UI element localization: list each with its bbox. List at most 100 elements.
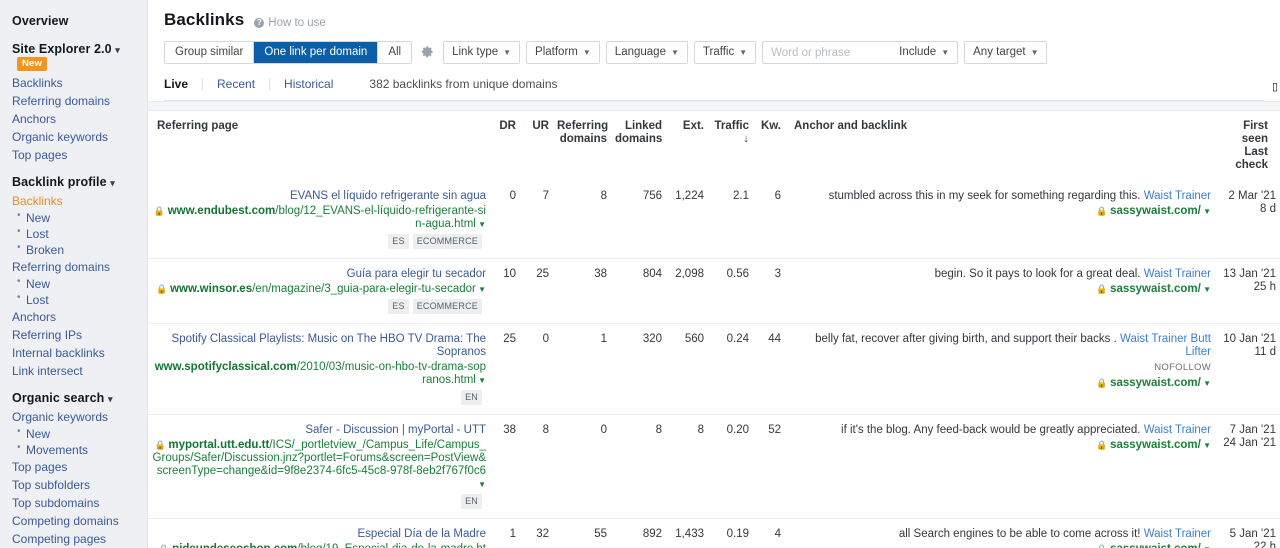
- column-header-seen[interactable]: First seenLast check: [1215, 111, 1280, 181]
- sidebar-item-top-subfolders[interactable]: Top subfolders: [0, 476, 147, 494]
- sidebar-item-organic-keywords[interactable]: Organic keywords: [0, 408, 147, 426]
- chevron-down-icon[interactable]: ▼: [476, 220, 486, 229]
- tab-recent[interactable]: Recent: [203, 78, 270, 91]
- sidebar-item-competing-domains[interactable]: Competing domains: [0, 512, 147, 530]
- cell-referring-domains[interactable]: 8: [553, 181, 611, 259]
- search-input[interactable]: [763, 42, 897, 63]
- sidebar-item-backlinks[interactable]: Backlinks: [0, 192, 147, 210]
- panel-toggle-icon[interactable]: ▯: [1272, 80, 1280, 100]
- referring-page-url[interactable]: 🔒 pideundeseoshop.com/blog/19_Especial-d…: [152, 543, 486, 548]
- anchor-link-text[interactable]: Waist Trainer Butt Lifter: [1120, 333, 1211, 358]
- target-url[interactable]: 🔒 sassywaist.com/ ▼: [789, 283, 1211, 296]
- sidebar-group-site-explorer-2-0[interactable]: Site Explorer 2.0 ▾New: [0, 38, 147, 74]
- filter-dropdown-language[interactable]: Language▼: [606, 41, 688, 64]
- sidebar-item-competing-pages[interactable]: Competing pages: [0, 530, 147, 548]
- target-url[interactable]: 🔒 sassywaist.com/ ▼: [789, 377, 1211, 390]
- column-header-traffic[interactable]: Traffic ↓: [708, 111, 753, 181]
- group-option-group-similar[interactable]: Group similar: [165, 42, 254, 63]
- column-header-referring-page[interactable]: Referring page: [148, 111, 490, 181]
- cell-kw[interactable]: 52: [753, 415, 785, 519]
- tab-live[interactable]: Live: [164, 78, 203, 91]
- column-header-ext[interactable]: Ext.: [666, 111, 708, 181]
- referring-page-url[interactable]: 🔒 www.winsor.es/en/magazine/3_guia-para-…: [152, 283, 486, 296]
- sidebar-item-top-subdomains[interactable]: Top subdomains: [0, 494, 147, 512]
- chevron-down-icon[interactable]: ▼: [1201, 207, 1211, 216]
- referring-page-url[interactable]: www.spotifyclassical.com/2010/03/music-o…: [152, 361, 486, 387]
- chevron-down-icon[interactable]: ▼: [476, 376, 486, 385]
- cell-linked-domains[interactable]: 804: [611, 259, 666, 324]
- any-target-dropdown[interactable]: Any target▼: [964, 41, 1047, 64]
- anchor-link-text[interactable]: Waist Trainer: [1144, 190, 1211, 202]
- sidebar-group-organic-search[interactable]: Organic search ▾: [0, 387, 147, 408]
- referring-page-title[interactable]: Guía para elegir tu secador: [152, 268, 486, 281]
- column-header-ur[interactable]: UR: [520, 111, 553, 181]
- cell-referring-domains[interactable]: 38: [553, 259, 611, 324]
- sidebar-item-top-pages[interactable]: Top pages: [0, 458, 147, 476]
- column-header-dr[interactable]: DR: [490, 111, 520, 181]
- grouping-segmented-control[interactable]: Group similarOne link per domainAll: [164, 41, 412, 64]
- cell-kw[interactable]: 3: [753, 259, 785, 324]
- sidebar-item-internal-backlinks[interactable]: Internal backlinks: [0, 344, 147, 362]
- sidebar-item-link-intersect[interactable]: Link intersect: [0, 362, 147, 380]
- cell-referring-domains[interactable]: 55: [553, 519, 611, 548]
- sidebar-item-organic-keywords[interactable]: Organic keywords: [0, 128, 147, 146]
- filter-dropdown-platform[interactable]: Platform▼: [526, 41, 600, 64]
- sidebar-item-anchors[interactable]: Anchors: [0, 308, 147, 326]
- gear-icon[interactable]: [421, 45, 434, 60]
- sidebar-item-new[interactable]: New: [0, 276, 147, 292]
- referring-page-title[interactable]: Safer - Discussion | myPortal - UTT: [152, 424, 486, 437]
- anchor-link-text[interactable]: Waist Trainer: [1144, 268, 1211, 280]
- sidebar-item-overview[interactable]: Overview: [0, 10, 147, 31]
- how-to-use-link[interactable]: ? How to use: [254, 17, 326, 29]
- referring-page-url[interactable]: 🔒 myportal.utt.edu.tt/ICS/_portletview_/…: [152, 439, 486, 491]
- referring-page-title[interactable]: EVANS el líquido refrigerante sin agua: [152, 190, 486, 203]
- sidebar-group-backlink-profile[interactable]: Backlink profile ▾: [0, 171, 147, 192]
- column-header-linked-domains[interactable]: Linked domains: [611, 111, 666, 181]
- chevron-down-icon[interactable]: ▼: [1201, 285, 1211, 294]
- anchor-link-text[interactable]: Waist Trainer: [1144, 424, 1211, 436]
- sidebar-item-new[interactable]: New: [0, 426, 147, 442]
- cell-referring-domains[interactable]: 1: [553, 324, 611, 415]
- column-header-referring-domains[interactable]: Referring domains: [553, 111, 611, 181]
- cell-linked-domains[interactable]: 756: [611, 181, 666, 259]
- sidebar-item-referring-domains[interactable]: Referring domains: [0, 258, 147, 276]
- column-header-anchor[interactable]: Anchor and backlink: [785, 111, 1215, 181]
- cell-kw[interactable]: 44: [753, 324, 785, 415]
- filter-dropdown-traffic[interactable]: Traffic▼: [694, 41, 756, 64]
- chevron-down-icon[interactable]: ▼: [478, 480, 486, 489]
- chevron-down-icon[interactable]: ▼: [476, 285, 486, 294]
- referring-page-url[interactable]: 🔒 www.endubest.com/blog/12_EVANS-el-líqu…: [152, 205, 486, 231]
- cell-referring-domains[interactable]: 0: [553, 415, 611, 519]
- sidebar-item-anchors[interactable]: Anchors: [0, 110, 147, 128]
- sidebar-item-lost[interactable]: Lost: [0, 226, 147, 242]
- sidebar-item-top-pages[interactable]: Top pages: [0, 146, 147, 164]
- cell-kw[interactable]: 6: [753, 181, 785, 259]
- target-url[interactable]: 🔒 sassywaist.com/ ▼: [789, 543, 1211, 548]
- chevron-down-icon[interactable]: ▼: [1201, 441, 1211, 450]
- column-header-kw[interactable]: Kw.: [753, 111, 785, 181]
- sidebar-item-movements[interactable]: Movements: [0, 442, 147, 458]
- chevron-down-icon[interactable]: ▼: [1201, 379, 1211, 388]
- cell-linked-domains[interactable]: 892: [611, 519, 666, 548]
- include-dropdown[interactable]: Include▼: [897, 42, 957, 63]
- cell-linked-domains[interactable]: 320: [611, 324, 666, 415]
- cell-anchor-and-backlink: stumbled across this in my seek for some…: [785, 181, 1215, 259]
- referring-page-title[interactable]: Especial Día de la Madre: [152, 528, 486, 541]
- sidebar-item-broken[interactable]: Broken: [0, 242, 147, 258]
- sidebar-item-new[interactable]: New: [0, 210, 147, 226]
- target-url[interactable]: 🔒 sassywaist.com/ ▼: [789, 205, 1211, 218]
- sidebar-item-backlinks[interactable]: Backlinks: [0, 74, 147, 92]
- group-option-all[interactable]: All: [378, 42, 411, 63]
- group-option-one-link-per-domain[interactable]: One link per domain: [254, 42, 378, 63]
- sidebar-item-lost[interactable]: Lost: [0, 292, 147, 308]
- referring-page-title[interactable]: Spotify Classical Playlists: Music on Th…: [152, 333, 486, 359]
- filter-dropdown-link-type[interactable]: Link type▼: [443, 41, 520, 64]
- target-url[interactable]: 🔒 sassywaist.com/ ▼: [789, 439, 1211, 452]
- lock-icon: 🔒: [1096, 440, 1107, 450]
- tab-historical[interactable]: Historical: [270, 78, 347, 91]
- cell-linked-domains[interactable]: 8: [611, 415, 666, 519]
- anchor-link-text[interactable]: Waist Trainer: [1144, 528, 1211, 540]
- sidebar-item-referring-ips[interactable]: Referring IPs: [0, 326, 147, 344]
- sidebar-item-referring-domains[interactable]: Referring domains: [0, 92, 147, 110]
- cell-kw[interactable]: 4: [753, 519, 785, 548]
